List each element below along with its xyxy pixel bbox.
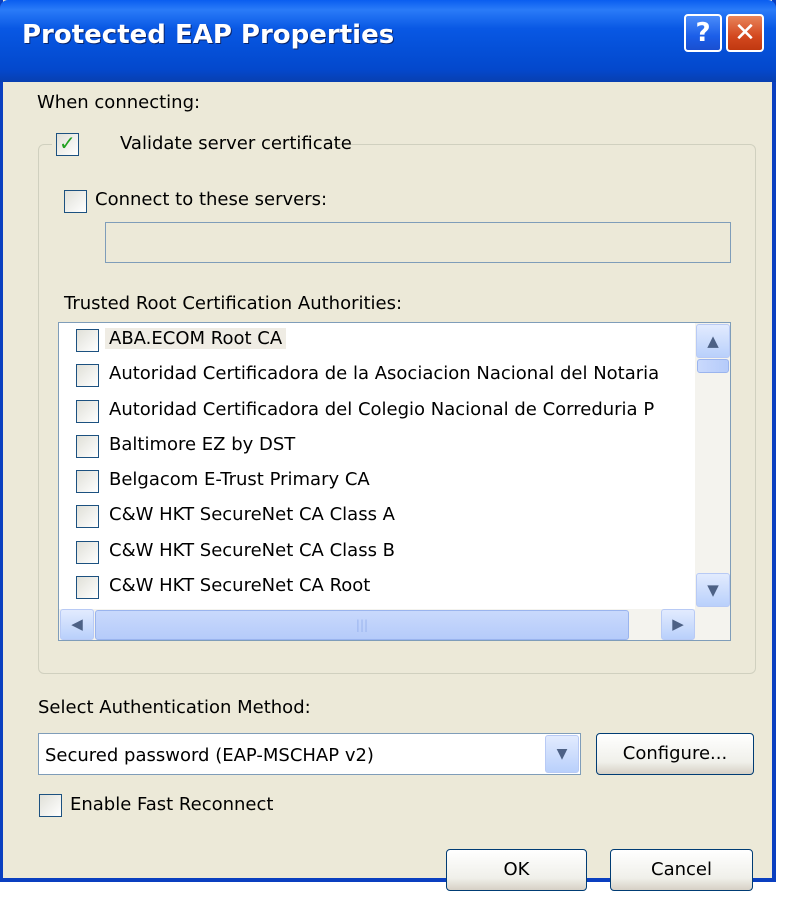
ca-listbox[interactable]: ABA.ECOM Root CA Autoridad Certificadora…: [58, 322, 731, 641]
title-bar[interactable]: Protected EAP Properties ? ✕: [0, 0, 776, 82]
vertical-scrollbar[interactable]: ▲ ▼: [695, 323, 730, 609]
trusted-root-label: Trusted Root Certification Authorities:: [64, 293, 403, 314]
ca-label: C&W HKT SecureNet CA Class B: [109, 539, 396, 561]
help-icon: ?: [695, 18, 711, 48]
validate-cert-legend: ✓ Validate server certificate: [52, 130, 352, 160]
list-item[interactable]: Belgacom E-Trust Primary CA: [59, 464, 694, 499]
list-item[interactable]: C&W HKT SecureNet CA Root: [59, 570, 694, 605]
cancel-button[interactable]: Cancel: [610, 849, 753, 891]
scroll-left-button[interactable]: ◀: [60, 609, 94, 640]
scroll-down-button[interactable]: ▼: [696, 573, 730, 607]
down-arrow-icon: ▼: [707, 581, 719, 599]
validate-cert-checkbox[interactable]: ✓: [56, 131, 79, 156]
right-arrow-icon: ▶: [672, 615, 684, 633]
when-connecting-label: When connecting:: [37, 92, 201, 113]
ca-label: ABA.ECOM Root CA: [105, 328, 287, 349]
ok-button[interactable]: OK: [446, 849, 587, 891]
window-title: Protected EAP Properties: [22, 20, 395, 50]
horizontal-scroll-thumb[interactable]: |||: [95, 610, 629, 640]
scroll-up-button[interactable]: ▲: [696, 324, 730, 358]
list-item[interactable]: C&W HKT SecureNet CA Class A: [59, 499, 694, 534]
grip-icon: |||: [355, 618, 369, 632]
list-item[interactable]: Baltimore EZ by DST: [59, 429, 694, 464]
configure-button[interactable]: Configure...: [596, 733, 754, 775]
dropdown-button[interactable]: ▼: [545, 735, 579, 773]
chevron-down-icon: ▼: [556, 746, 568, 762]
configure-label: Configure...: [622, 743, 728, 764]
left-arrow-icon: ◀: [71, 615, 83, 633]
ca-checkbox[interactable]: [76, 540, 99, 564]
connect-servers-label[interactable]: Connect to these servers:: [95, 189, 327, 210]
ca-checkbox[interactable]: [76, 505, 99, 529]
ca-checkbox[interactable]: [76, 364, 99, 388]
horizontal-scrollbar[interactable]: ◀ ||| ▶: [59, 609, 730, 640]
vertical-scroll-thumb[interactable]: [697, 359, 729, 373]
up-arrow-icon: ▲: [707, 332, 719, 350]
ca-checkbox[interactable]: [76, 434, 99, 458]
connect-servers-checkbox[interactable]: [64, 190, 87, 213]
ca-checkbox[interactable]: [76, 399, 99, 423]
ok-label: OK: [503, 859, 530, 880]
list-item[interactable]: Autoridad Certificadora del Colegio Naci…: [59, 394, 694, 429]
ca-label: C&W HKT SecureNet CA Class A: [109, 504, 395, 526]
list-item[interactable]: C&W HKT SecureNet CA Class B: [59, 535, 694, 570]
cancel-label: Cancel: [651, 859, 712, 880]
scroll-right-button[interactable]: ▶: [661, 609, 695, 640]
auth-method-select[interactable]: Secured password (EAP-MSCHAP v2) ▼: [38, 733, 581, 775]
fast-reconnect-label[interactable]: Enable Fast Reconnect: [70, 794, 273, 815]
auth-method-label: Select Authentication Method:: [38, 697, 311, 718]
ca-label: C&W HKT SecureNet CA Root: [109, 575, 371, 597]
auth-method-value: Secured password (EAP-MSCHAP v2): [45, 745, 374, 766]
ca-checkbox[interactable]: [76, 576, 99, 600]
ca-label: Baltimore EZ by DST: [109, 433, 296, 455]
fast-reconnect-checkbox[interactable]: [39, 794, 62, 817]
checkmark-icon: ✓: [59, 131, 76, 155]
ca-checkbox[interactable]: [76, 470, 99, 494]
help-button[interactable]: ?: [684, 14, 722, 52]
ca-list: ABA.ECOM Root CA Autoridad Certificadora…: [59, 323, 694, 605]
servers-input[interactable]: [105, 222, 731, 263]
validate-cert-label[interactable]: Validate server certificate: [90, 133, 352, 154]
close-button[interactable]: ✕: [726, 14, 764, 52]
ca-label: Autoridad Certificadora del Colegio Naci…: [109, 398, 655, 420]
list-item[interactable]: Autoridad Certificadora de la Asociacion…: [59, 358, 694, 393]
ca-label: Belgacom E-Trust Primary CA: [109, 469, 370, 491]
list-item[interactable]: ABA.ECOM Root CA: [59, 323, 694, 358]
close-icon: ✕: [734, 18, 756, 48]
ca-label: Autoridad Certificadora de la Asociacion…: [109, 363, 660, 385]
ca-checkbox[interactable]: [76, 329, 99, 352]
